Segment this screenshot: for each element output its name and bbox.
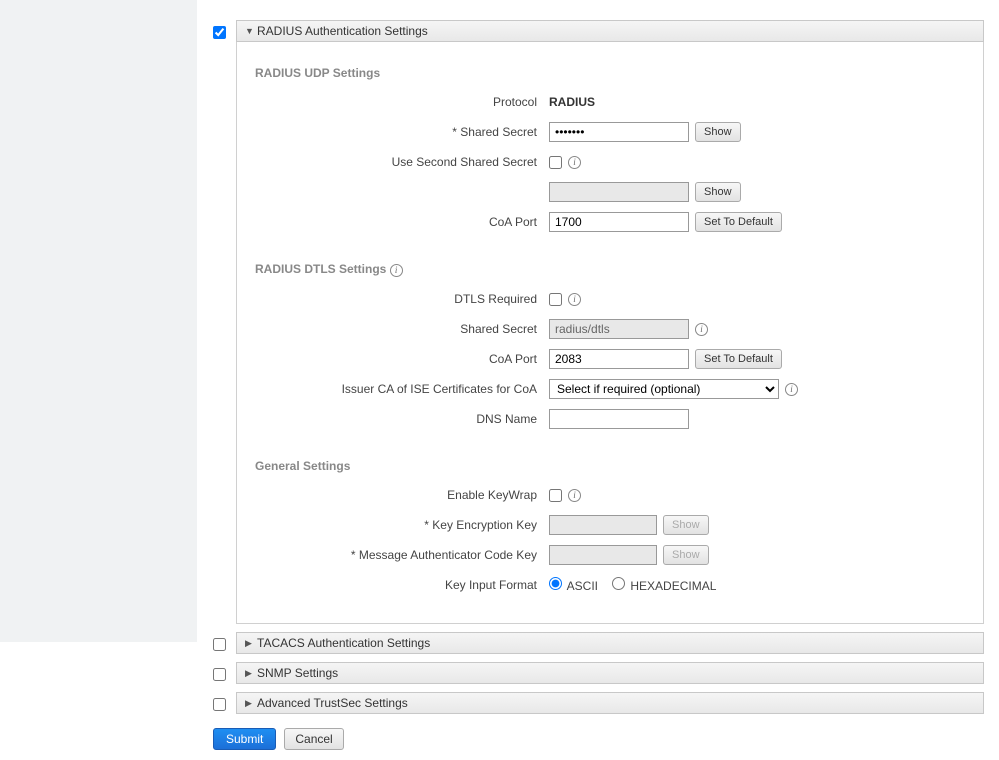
protocol-label: Protocol: [255, 95, 549, 109]
enable-keywrap-checkbox[interactable]: [549, 489, 562, 502]
general-settings-group-title: General Settings: [255, 459, 963, 473]
trustsec-section-checkbox[interactable]: [213, 698, 226, 711]
use-second-secret-checkbox[interactable]: [549, 156, 562, 169]
dtls-shared-secret-label: Shared Secret: [255, 322, 549, 336]
dns-name-field[interactable]: [549, 409, 689, 429]
info-icon[interactable]: i: [568, 293, 581, 306]
dns-name-label: DNS Name: [255, 412, 549, 426]
set-default-coa-button[interactable]: Set To Default: [695, 212, 782, 232]
coa-port-field[interactable]: [549, 212, 689, 232]
chevron-right-icon: ▶: [245, 698, 253, 709]
dtls-coa-port-field[interactable]: [549, 349, 689, 369]
snmp-section-header[interactable]: ▶ SNMP Settings: [236, 662, 984, 684]
info-icon[interactable]: i: [695, 323, 708, 336]
trustsec-section-header[interactable]: ▶ Advanced TrustSec Settings: [236, 692, 984, 714]
coa-port-label: CoA Port: [255, 215, 549, 229]
chevron-right-icon: ▶: [245, 668, 253, 679]
radius-section-checkbox[interactable]: [213, 26, 226, 39]
footer-buttons: Submit Cancel: [213, 728, 984, 750]
show-shared-secret-button[interactable]: Show: [695, 122, 741, 142]
mac-key-field: [549, 545, 657, 565]
left-sidebar: [0, 0, 198, 642]
tacacs-section-title: TACACS Authentication Settings: [257, 636, 430, 650]
key-encryption-label: * Key Encryption Key: [255, 518, 549, 532]
tacacs-section-checkbox[interactable]: [213, 638, 226, 651]
enable-keywrap-label: Enable KeyWrap: [255, 488, 549, 502]
ascii-radio-text: ASCII: [567, 579, 598, 593]
radius-section-title: RADIUS Authentication Settings: [257, 24, 428, 38]
radio-label-hex[interactable]: HEXADECIMAL: [612, 577, 716, 593]
second-shared-secret-field: [549, 182, 689, 202]
info-icon[interactable]: i: [568, 156, 581, 169]
use-second-secret-label: Use Second Shared Secret: [255, 155, 549, 169]
main-content: ▼ RADIUS Authentication Settings RADIUS …: [198, 0, 999, 760]
key-input-format-label: Key Input Format: [255, 578, 549, 592]
mac-key-label: * Message Authenticator Code Key: [255, 548, 549, 562]
radius-udp-group-title: RADIUS UDP Settings: [255, 66, 963, 80]
dtls-required-checkbox[interactable]: [549, 293, 562, 306]
snmp-section-title: SNMP Settings: [257, 666, 338, 680]
chevron-down-icon: ▼: [245, 26, 253, 36]
radio-label-ascii[interactable]: ASCII: [549, 577, 598, 593]
show-mac-key-button: Show: [663, 545, 709, 565]
trustsec-section-title: Advanced TrustSec Settings: [257, 696, 408, 710]
protocol-value: RADIUS: [549, 95, 595, 109]
dtls-coa-port-label: CoA Port: [255, 352, 549, 366]
radius-panel-body: RADIUS UDP Settings Protocol RADIUS * Sh…: [236, 42, 984, 624]
dtls-set-default-button[interactable]: Set To Default: [695, 349, 782, 369]
radius-dtls-group-title: RADIUS DTLS Settings i: [255, 262, 963, 277]
tacacs-section-header[interactable]: ▶ TACACS Authentication Settings: [236, 632, 984, 654]
hex-radio-text: HEXADECIMAL: [630, 579, 716, 593]
issuer-ca-label: Issuer CA of ISE Certificates for CoA: [255, 382, 549, 396]
shared-secret-label: * Shared Secret: [255, 125, 549, 139]
dtls-required-label: DTLS Required: [255, 292, 549, 306]
issuer-ca-select[interactable]: Select if required (optional): [549, 379, 779, 399]
info-icon[interactable]: i: [390, 264, 403, 277]
radius-dtls-group-title-text: RADIUS DTLS Settings: [255, 262, 386, 276]
info-icon[interactable]: i: [785, 383, 798, 396]
key-encryption-field: [549, 515, 657, 535]
info-icon[interactable]: i: [568, 489, 581, 502]
dtls-shared-secret-field: [549, 319, 689, 339]
snmp-section-checkbox[interactable]: [213, 668, 226, 681]
shared-secret-field[interactable]: [549, 122, 689, 142]
radius-section-header[interactable]: ▼ RADIUS Authentication Settings: [236, 20, 984, 42]
hex-radio[interactable]: [612, 577, 625, 590]
chevron-right-icon: ▶: [245, 638, 253, 649]
cancel-button[interactable]: Cancel: [284, 728, 343, 750]
ascii-radio[interactable]: [549, 577, 562, 590]
show-second-secret-button[interactable]: Show: [695, 182, 741, 202]
submit-button[interactable]: Submit: [213, 728, 276, 750]
show-key-encryption-button: Show: [663, 515, 709, 535]
